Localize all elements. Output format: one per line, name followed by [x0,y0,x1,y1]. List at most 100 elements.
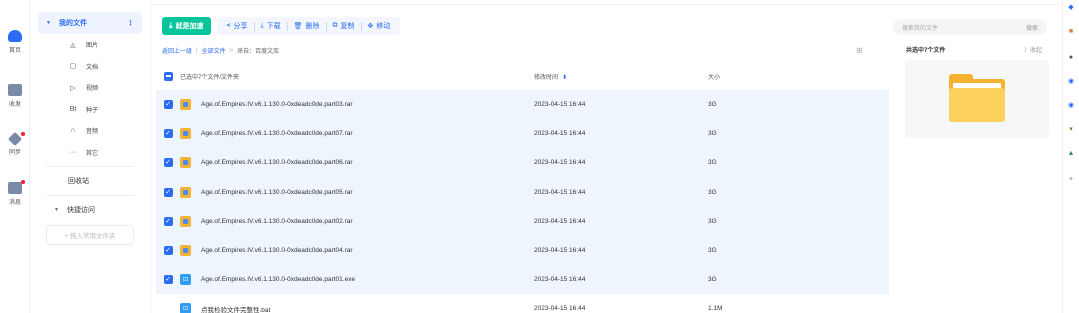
bat-file-icon: ⊡ [180,303,191,313]
table-row[interactable]: ✓ ⊡ Age.of.Empires.IV.v6.1.130.0-0xdeadc0d… [156,265,889,295]
selection-preview [905,60,1049,138]
table-row[interactable]: ✓ Age.of.Empires.IV.v6.1.130.0-0xdeadc0de… [156,177,889,207]
table-row[interactable]: ✓ Age.of.Empires.IV.v6.1.130.0-0xdeadc0de… [156,90,889,120]
nav-category-label: 视频 [86,86,99,93]
rail-item-2[interactable]: 同步 [0,131,30,156]
app-icon[interactable]: ◉ [1067,102,1075,110]
nav-category-item[interactable]: ··· 其它 [38,142,142,164]
file-name[interactable]: Age.of.Empires.IV.v6.1.130.0-0xdeadc0de.… [201,130,353,137]
table-row[interactable]: ✓ Age.of.Empires.IV.v6.1.130.0-0xdeadc0de… [156,206,889,236]
caret-down-icon: ▼ [46,20,51,26]
select-all-checkbox[interactable] [163,71,173,81]
image-icon: ◬ [70,41,76,49]
grid-view-icon[interactable]: ⊞ [856,46,863,55]
row-checkbox[interactable]: ✓ [163,100,173,110]
rail-item-0[interactable]: 首页 [0,30,30,54]
breadcrumb-chevron-icon: > [229,47,234,54]
add-favorite-folder-dropzone[interactable]: + 拖入常用文件夹 [46,225,134,245]
file-size: 3G [708,188,717,196]
table-row[interactable]: ✓ Age.of.Empires.IV.v6.1.130.0-0xdeadc0de… [156,235,889,266]
nav-quick-access[interactable]: ▼ 快捷访问 [38,199,142,221]
nav-category-item[interactable]: ▷ 视频 [38,77,142,99]
notification-badge [21,180,25,184]
file-name[interactable]: Age.of.Empires.IV.v6.1.130.0-0xdeadc0de.… [201,247,353,254]
file-modified-time: 2023-04-15 16:44 [534,247,586,255]
nav-my-files-label: 我的文件 [58,20,87,27]
file-name[interactable]: 点我检验文件完整性.bat [201,304,270,313]
nav-my-files[interactable]: ▼ 我的文件 ⋮ [38,12,142,34]
row-checkbox[interactable]: ✓ [163,246,173,256]
user-icon[interactable]: ● [1067,54,1075,62]
app-icon[interactable]: ◆ [1067,4,1075,12]
file-name[interactable]: Age.of.Empires.IV.v6.1.130.0-0xdeadc0de.… [201,189,353,196]
app-icon[interactable]: ▲ [1067,150,1075,158]
row-checkbox[interactable]: ✓ [163,216,173,226]
breadcrumb-back-link[interactable]: 返回上一级 [162,46,192,55]
nav-category-item[interactable]: ∩ 音频 [38,120,142,142]
breadcrumb-separator: | [196,47,198,54]
app-icon[interactable]: ■ [1067,28,1075,36]
table-row[interactable]: ✓ Age.of.Empires.IV.v6.1.130.0-0xdeadc0de… [156,148,889,178]
file-name[interactable]: Age.of.Empires.IV.v6.1.130.0-0xdeadc0de.… [201,101,353,108]
breadcrumb: 返回上一级 | 全部文件 > 来自：百度文库 [162,46,279,56]
collapse-panel-link[interactable]: 〉收起 [1024,45,1042,54]
toolbar-action-button[interactable]: ⧉ 复制 [327,21,361,31]
table-header: 已选中7个文件/文件夹 修改时间 ⬍ 大小 [156,62,889,90]
file-size: 3G [708,247,717,255]
column-header-modified[interactable]: 修改时间 ⬍ [534,72,708,81]
toolbar-action-button[interactable]: 🗑 删除 [288,21,326,31]
file-name[interactable]: Age.of.Empires.IV.v6.1.130.0-0xdeadc0de.… [201,218,353,225]
file-size: 3G [708,159,717,167]
file-name[interactable]: Age.of.Empires.IV.v6.1.130.0-0xdeadc0de.… [201,276,355,283]
rail-item-label: 首页 [8,48,21,54]
rail-item-3[interactable]: 消息 [0,180,30,206]
search-input[interactable]: 搜索我的文件 [902,23,938,32]
nav-category-label: 图片 [86,43,99,50]
app-icon[interactable]: ◉ [1067,78,1075,86]
nav-category-label: 种子 [86,107,99,114]
rail-item-label: 收发 [8,102,21,108]
sync-icon [7,131,23,147]
nav-category-item[interactable]: ▢ 文档 [38,56,142,78]
table-row[interactable]: ✓ Age.of.Empires.IV.v6.1.130.0-0xdeadc0de… [156,119,889,149]
toolbar-action-button[interactable]: ✥ 移动 [362,21,397,31]
nav-category-item[interactable]: Bt 种子 [38,99,142,121]
app-icon[interactable]: ▾ [1067,126,1075,134]
table-row[interactable]: ⊡ 点我检验文件完整性.bat 2023-04-15 16:44 1.1M [156,294,889,313]
row-checkbox[interactable]: ✓ [163,187,173,197]
nav-recycle-bin[interactable]: 回收站 [38,170,142,192]
row-checkbox[interactable]: ✓ [163,275,173,285]
rail-item-1[interactable]: 收发 [0,84,30,108]
rar-file-icon [180,128,191,140]
add-icon[interactable]: + [1067,176,1075,184]
toolbar-action-label: 删除 [305,23,320,30]
row-checkbox[interactable]: ✓ [163,129,173,139]
search-box[interactable]: 搜索我的文件 搜索 [893,19,1047,35]
toolbar-action-button[interactable]: ⤓ 下载 [255,21,287,31]
breadcrumb-all-files-link[interactable]: 全部文件 [202,46,226,55]
file-modified-time: 2023-04-15 16:44 [534,276,586,284]
sidebar-divider [150,0,151,313]
trash-icon: 🗑 [293,23,303,30]
file-modified-time: 2023-04-15 16:44 [534,101,586,109]
selection-summary: 共选中7个文件 [906,48,946,54]
file-name[interactable]: Age.of.Empires.IV.v6.1.130.0-0xdeadc0de.… [201,159,353,166]
folder-icon [949,74,1005,122]
rar-file-icon [180,215,191,227]
nav-quick-access-label: 快捷访问 [66,207,95,214]
row-checkbox[interactable]: ✓ [163,158,173,168]
nav-category-item[interactable]: ◬ 图片 [38,34,142,56]
accelerate-button[interactable]: ⤓ 就是加速 [162,17,211,35]
column-header-modified-label: 修改时间 [534,74,559,81]
toolbar-action-button[interactable]: ⪪ 分享 [221,21,254,31]
rar-file-icon [180,99,191,111]
share-icon: ⪪ [226,22,231,29]
file-table: 已选中7个文件/文件夹 修改时间 ⬍ 大小 ✓ Age.of.Empires.IV.… [156,62,889,313]
search-button[interactable]: 搜索 [1026,23,1038,32]
nav-category-label: 其它 [86,150,99,157]
app-rail: 首页 收发 同步 消息 [0,0,30,313]
sort-desc-icon[interactable]: ⬍ [562,75,567,81]
file-modified-time: 2023-04-15 16:44 [534,305,586,313]
toolbar-action-label: 复制 [340,23,355,30]
more-icon[interactable]: ⋮ [127,19,134,27]
